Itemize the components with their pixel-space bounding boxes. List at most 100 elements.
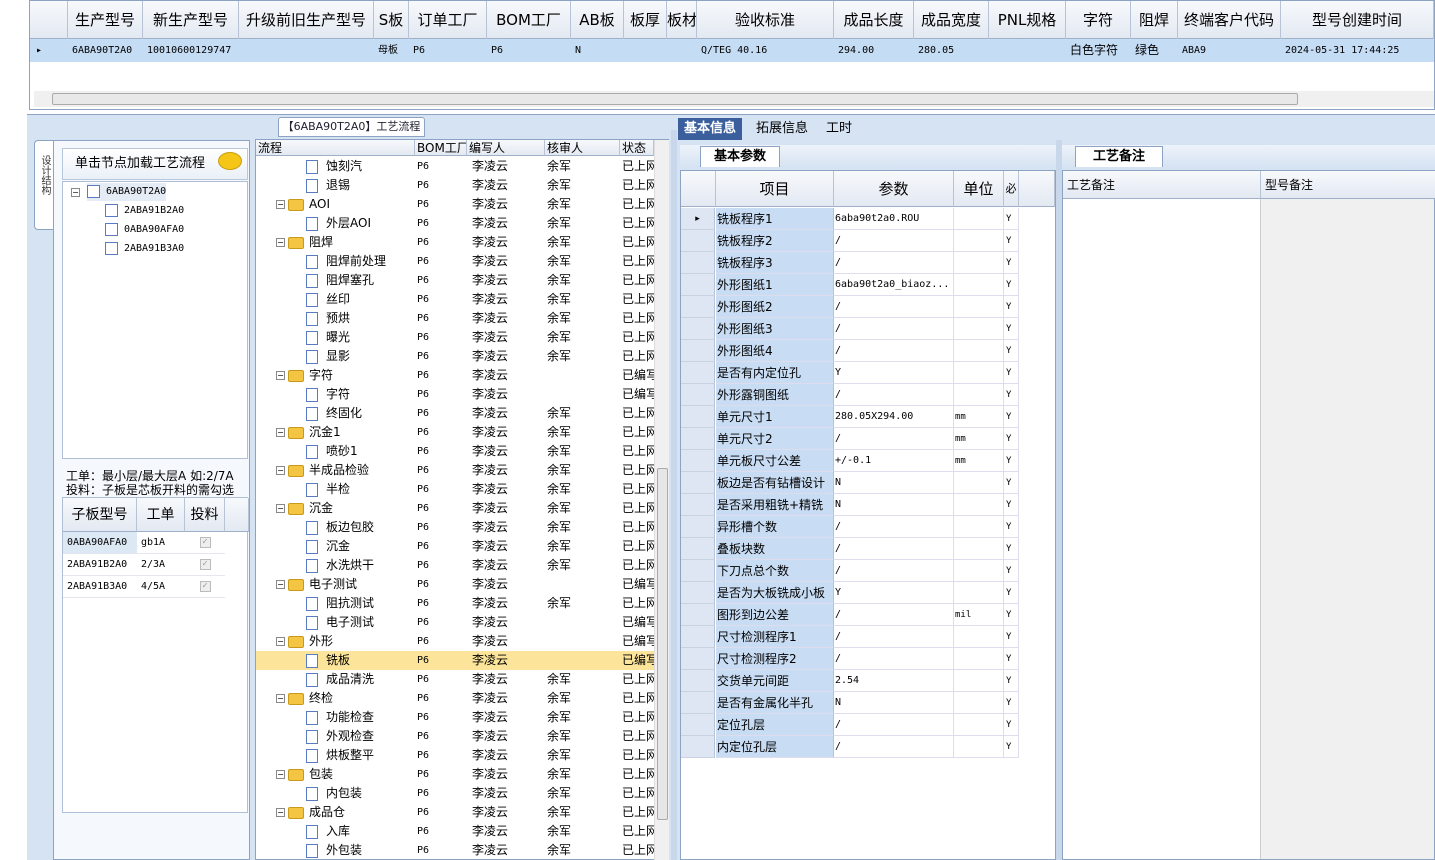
process-group-row[interactable]: − AOI P6 李凌云 余军 已上网 — [256, 195, 654, 214]
param-value[interactable]: / — [834, 516, 954, 538]
tab-basic-params[interactable]: 基本参数 — [700, 146, 780, 167]
param-row[interactable]: 外形图纸4/ Y — [681, 340, 1055, 362]
param-row[interactable]: 铣板程序3/ Y — [681, 252, 1055, 274]
grid-cell[interactable]: 6ABA90T2A0 — [68, 39, 143, 62]
process-step-row[interactable]: 丝印 P6 李凌云 余军 已上网 — [256, 290, 654, 309]
param-value[interactable]: / — [834, 384, 954, 406]
col-header[interactable]: S板 — [374, 1, 409, 39]
process-step-row[interactable]: 阻抗测试 P6 李凌云 余军 已上网 — [256, 594, 654, 613]
col-header[interactable]: PNL规格 — [989, 1, 1066, 39]
param-value[interactable]: / — [834, 736, 954, 758]
grid-cell[interactable]: 10010600129747 — [143, 39, 239, 62]
param-value[interactable]: / — [834, 230, 954, 252]
param-row[interactable]: 单元尺寸2/mm Y — [681, 428, 1055, 450]
param-row[interactable]: 单元板尺寸公差 +/-0.1 mm Y — [681, 450, 1055, 472]
param-row[interactable]: 内定位孔层 / Y — [681, 736, 1055, 758]
tree-root-node[interactable]: 6ABA90T2A0 — [87, 183, 167, 201]
process-step-row[interactable]: 外包装 P6 李凌云 余军 已上网 — [256, 841, 654, 859]
col-header-status[interactable]: 状态 — [620, 140, 654, 156]
sub-board-model[interactable]: 0ABA90AFA0 — [63, 532, 137, 554]
grid-cell[interactable]: N — [571, 39, 624, 62]
process-group-row[interactable]: − 成品仓 P6 李凌云 余军 已上网 — [256, 803, 654, 822]
process-group-row[interactable]: − 字符 P6 李凌云 已编写 — [256, 366, 654, 385]
grid-cell[interactable] — [989, 39, 1066, 62]
grid-cell[interactable] — [239, 39, 374, 62]
tab-extended-info[interactable]: 拓展信息 — [750, 118, 814, 140]
splitter[interactable] — [671, 130, 677, 860]
process-step-row[interactable]: 电子测试 P6 李凌云 已编写 — [256, 613, 654, 632]
process-group-row[interactable]: − 外形 P6 李凌云 已编写 — [256, 632, 654, 651]
process-group-row[interactable]: − 半成品检验 P6 李凌云 余军 已上网 — [256, 461, 654, 480]
col-header[interactable]: 终端客户代码 — [1178, 1, 1281, 39]
col-header[interactable]: 订单工厂 — [409, 1, 487, 39]
process-group-row[interactable]: − 终检 P6 李凌云 余军 已上网 — [256, 689, 654, 708]
param-value[interactable]: / — [834, 340, 954, 362]
param-row[interactable]: 叠板块数 / Y — [681, 538, 1055, 560]
feed-checkbox[interactable]: ✓ — [199, 580, 211, 592]
collapse-icon[interactable]: − — [276, 238, 285, 247]
col-header[interactable]: 成品长度 — [834, 1, 914, 39]
process-step-row[interactable]: 铣板 P6 李凌云 已编写 — [256, 651, 654, 670]
param-row[interactable]: 尺寸检测程序1/ Y — [681, 626, 1055, 648]
grid-cell[interactable]: P6 — [409, 39, 487, 62]
grid-cell[interactable]: 294.00 — [834, 39, 914, 62]
param-value[interactable]: / — [834, 648, 954, 670]
process-group-row[interactable]: − 阻焊 P6 李凌云 余军 已上网 — [256, 233, 654, 252]
process-step-row[interactable]: 半检 P6 李凌云 余军 已上网 — [256, 480, 654, 499]
param-value[interactable]: / — [834, 560, 954, 582]
process-step-row[interactable]: 阻焊塞孔 P6 李凌云 余军 已上网 — [256, 271, 654, 290]
scroll-thumb[interactable] — [657, 468, 668, 820]
col-header-model-note[interactable]: 型号备注 — [1261, 171, 1435, 199]
collapse-icon[interactable]: − — [276, 371, 285, 380]
collapse-icon[interactable]: − — [276, 637, 285, 646]
process-group-row[interactable]: − 沉金1 P6 李凌云 余军 已上网 — [256, 423, 654, 442]
grid-cell[interactable]: 2024-05-31 17:44:25 — [1281, 39, 1434, 62]
grid-cell[interactable]: 280.05 — [914, 39, 989, 62]
param-value[interactable]: Y — [834, 362, 954, 384]
grid-cell[interactable] — [667, 39, 697, 62]
grid-cell[interactable] — [624, 39, 667, 62]
process-note-text[interactable] — [1063, 199, 1261, 859]
process-step-row[interactable]: 外层AOI P6 李凌云 余军 已上网 — [256, 214, 654, 233]
grid-cell[interactable]: Q/TEG 40.16 — [697, 39, 834, 62]
param-value[interactable]: 280.05X294.00 — [834, 406, 954, 428]
param-value[interactable]: / — [834, 252, 954, 274]
param-row[interactable]: 铣板程序2/ Y — [681, 230, 1055, 252]
tree-child-node[interactable]: 2ABA91B2A0 — [105, 202, 184, 220]
col-header[interactable]: 阻焊 — [1131, 1, 1178, 39]
process-step-row[interactable]: 阻焊前处理 P6 李凌云 余军 已上网 — [256, 252, 654, 271]
param-value[interactable]: 6aba90t2a0_biaoz... — [834, 274, 954, 296]
sub-board-model[interactable]: 2ABA91B2A0 — [63, 554, 137, 576]
col-header[interactable]: 板材 — [667, 1, 697, 39]
param-value[interactable]: / — [834, 318, 954, 340]
col-header[interactable]: BOM工厂 — [487, 1, 571, 39]
col-header[interactable]: 升级前旧生产型号 — [239, 1, 374, 39]
col-header-feed[interactable]: 投料 — [185, 498, 225, 532]
process-step-row[interactable]: 成品清洗 P6 李凌云 余军 已上网 — [256, 670, 654, 689]
process-step-row[interactable]: 喷砂1 P6 李凌云 余军 已上网 — [256, 442, 654, 461]
collapse-icon[interactable]: − — [276, 808, 285, 817]
process-step-row[interactable]: 烘板整平 P6 李凌云 余军 已上网 — [256, 746, 654, 765]
collapse-icon[interactable]: − — [276, 200, 285, 209]
tab-basic-info[interactable]: 基本信息 — [678, 118, 743, 140]
param-row[interactable]: 是否为大板铣成小板 Y Y — [681, 582, 1055, 604]
process-step-row[interactable]: 外观检查 P6 李凌云 余军 已上网 — [256, 727, 654, 746]
param-row[interactable]: 定位孔层 / Y — [681, 714, 1055, 736]
col-header[interactable]: 字符 — [1066, 1, 1131, 39]
param-value[interactable]: / — [834, 538, 954, 560]
param-row[interactable]: 下刀点总个数 / Y — [681, 560, 1055, 582]
param-row[interactable]: 外形露铜图纸 / Y — [681, 384, 1055, 406]
param-value[interactable]: 2.54 — [834, 670, 954, 692]
col-header[interactable]: 生产型号 — [68, 1, 143, 39]
param-row[interactable]: 外形图纸2/ Y — [681, 296, 1055, 318]
col-header-bom[interactable]: BOM工厂 — [415, 140, 467, 156]
col-header-writer[interactable]: 编写人 — [467, 140, 545, 156]
param-value[interactable]: / — [834, 604, 954, 626]
grid-cell[interactable]: P6 — [487, 39, 571, 62]
col-header[interactable]: 成品宽度 — [914, 1, 989, 39]
param-value[interactable]: / — [834, 296, 954, 318]
collapse-icon[interactable]: − — [276, 428, 285, 437]
process-step-row[interactable]: 退锡 P6 李凌云 余军 已上网 — [256, 176, 654, 195]
col-header[interactable]: 新生产型号 — [143, 1, 239, 39]
col-header[interactable]: AB板 — [571, 1, 624, 39]
